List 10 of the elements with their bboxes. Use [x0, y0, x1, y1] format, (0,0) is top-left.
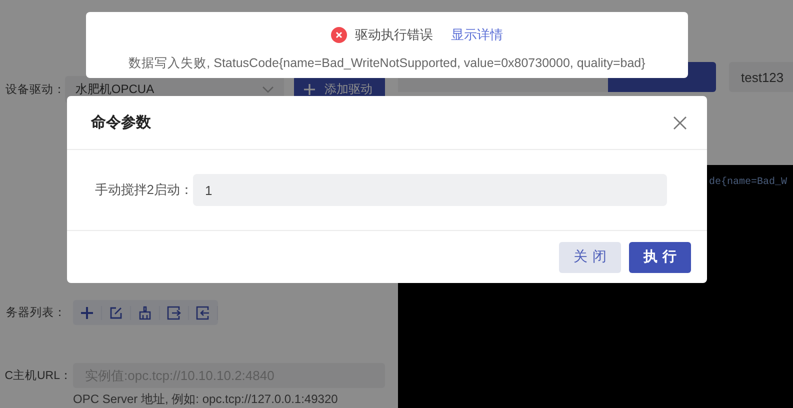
field-label: 设备驱动： [4, 82, 66, 97]
field-label: 手动搅拌2启动： [94, 181, 193, 199]
field-label: 务器列表： [5, 306, 66, 320]
dialog-title: 命令参数 [91, 113, 151, 132]
console-line: de{name=Bad_W [709, 177, 788, 188]
toast-message: 数据写入失败, StatusCode{name=Bad_WriteNotSupported, value=0x80730000, quality=bad} [128, 55, 646, 72]
tag: test123 [729, 62, 793, 92]
toast-title: 驱动执行错误 [355, 26, 433, 44]
field-label: C主机URL： [4, 368, 72, 383]
hint-text: OPC Server 地址, 例如: opc.tcp://127.0.0.1:49320 [73, 391, 339, 408]
